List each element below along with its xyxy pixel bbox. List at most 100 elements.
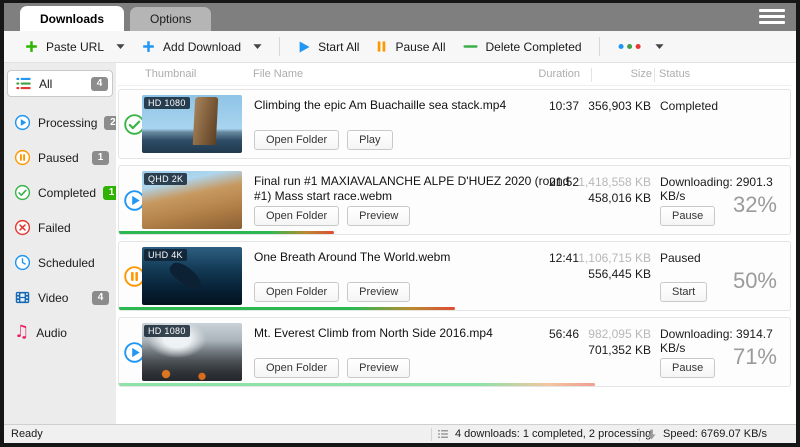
status-ready-text: Ready: [11, 428, 43, 440]
minus-icon: [462, 38, 479, 55]
open-folder-button[interactable]: Open Folder: [254, 358, 339, 378]
check-circle-icon: [14, 184, 31, 201]
chevron-down-icon[interactable]: [253, 43, 262, 50]
col-thumbnail: Thumbnail: [145, 68, 196, 80]
clock-icon: [14, 254, 31, 271]
download-list: HD 1080 Climbing the epic Am Buachaille …: [118, 86, 791, 424]
play-circle-icon: [14, 114, 31, 131]
sidebar-item-video[interactable]: Video4: [4, 280, 116, 315]
download-row: HD 1080 Mt. Everest Climb from North Sid…: [118, 317, 791, 387]
video-thumbnail: QHD 2K: [142, 171, 242, 229]
sidebar-item-completed[interactable]: Completed1: [4, 175, 116, 210]
duration: 56:46: [549, 327, 579, 341]
chevron-down-icon[interactable]: [116, 43, 125, 50]
menu-icon[interactable]: [759, 9, 785, 27]
tab-downloads[interactable]: Downloads: [20, 6, 124, 31]
play-button[interactable]: Play: [347, 130, 392, 150]
header-separator: [654, 68, 655, 82]
progress-bar: [119, 231, 334, 234]
start-all-button[interactable]: Start All: [289, 37, 367, 57]
downloads-summary-text: 4 downloads: 1 completed, 2 processing: [455, 428, 651, 440]
start-button[interactable]: Start: [660, 282, 707, 302]
add-download-button[interactable]: Add Download: [133, 36, 270, 57]
size-total: 1,106,715 KB: [578, 251, 651, 265]
download-row: HD 1080 Climbing the epic Am Buachaille …: [118, 89, 791, 159]
sidebar-item-processing[interactable]: Processing2: [4, 105, 116, 140]
open-folder-button[interactable]: Open Folder: [254, 282, 339, 302]
duration: 21:52: [549, 175, 579, 189]
sidebar-item-label: All: [39, 77, 52, 91]
video-thumbnail: HD 1080: [142, 95, 242, 153]
download-arrow-icon: [645, 428, 658, 441]
resolution-badge: QHD 2K: [144, 173, 187, 185]
sidebar-item-label: Failed: [38, 221, 71, 235]
status-text: Completed: [660, 99, 718, 113]
delete-completed-button[interactable]: Delete Completed: [454, 35, 590, 58]
open-folder-button[interactable]: Open Folder: [254, 206, 339, 226]
col-duration: Duration: [538, 68, 580, 80]
downloads-summary: 4 downloads: 1 completed, 2 processing: [437, 428, 651, 440]
toolbar-separator: [279, 37, 280, 56]
speed-indicator: Speed: 6769.07 KB/s: [645, 428, 767, 441]
status-bar: Ready 4 downloads: 1 completed, 2 proces…: [4, 424, 796, 443]
play-icon: [297, 40, 311, 54]
paste-url-label: Paste URL: [46, 40, 104, 54]
sidebar-item-label: Scheduled: [38, 256, 95, 270]
size-total: 356,903 KB: [588, 99, 651, 113]
sidebar-item-scheduled[interactable]: Scheduled: [4, 245, 116, 280]
progress-percent: 71%: [733, 344, 777, 370]
plus-icon: [141, 39, 156, 54]
toolbar-separator: [599, 37, 600, 56]
list-icon: [15, 75, 32, 92]
sidebar-item-audio[interactable]: ♫Audio: [4, 315, 116, 350]
open-folder-button[interactable]: Open Folder: [254, 130, 339, 150]
add-download-label: Add Download: [163, 40, 241, 54]
preview-button[interactable]: Preview: [347, 206, 410, 226]
progress-bar: [119, 383, 595, 386]
downloads-panel: Thumbnail File Name Duration Size Status…: [116, 63, 796, 424]
count-badge: 4: [92, 291, 109, 305]
music-note-icon: ♫: [14, 324, 29, 341]
film-icon: [14, 289, 31, 306]
status-text: Paused: [660, 251, 701, 265]
sidebar-item-label: Completed: [38, 186, 96, 200]
pause-circle-icon: [14, 149, 31, 166]
size-total: 1,418,558 KB: [578, 175, 651, 189]
tab-options[interactable]: Options: [130, 7, 211, 31]
resolution-badge: HD 1080: [144, 325, 190, 337]
duration: 12:41: [549, 251, 579, 265]
start-all-label: Start All: [318, 40, 359, 54]
sidebar-item-label: Paused: [38, 151, 79, 165]
col-file-name: File Name: [253, 68, 303, 80]
table-header: Thumbnail File Name Duration Size Status: [118, 63, 791, 86]
file-name: One Breath Around The World.webm: [254, 250, 584, 265]
sidebar-item-paused[interactable]: Paused 1: [4, 140, 116, 175]
col-size: Size: [631, 68, 652, 80]
progress-percent: 32%: [733, 192, 777, 218]
pause-button[interactable]: Pause: [660, 206, 715, 226]
header-separator: [591, 68, 592, 82]
preview-button[interactable]: Preview: [347, 282, 410, 302]
colored-dots-icon: [617, 42, 643, 51]
pause-all-label: Pause All: [395, 40, 445, 54]
speed-text: Speed: 6769.07 KB/s: [663, 428, 767, 440]
paste-url-button[interactable]: Paste URL: [16, 36, 133, 57]
preview-button[interactable]: Preview: [347, 358, 410, 378]
size-downloaded: 701,352 KB: [588, 343, 651, 357]
sidebar-item-label: Processing: [38, 116, 97, 130]
sidebar-item-all[interactable]: All 4: [7, 70, 113, 97]
size-downloaded: 458,016 KB: [588, 191, 651, 205]
more-options-button[interactable]: [609, 39, 672, 54]
video-thumbnail: HD 1080: [142, 323, 242, 381]
file-name: Mt. Everest Climb from North Side 2016.m…: [254, 326, 584, 341]
chevron-down-icon[interactable]: [655, 43, 664, 50]
sidebar-item-failed[interactable]: Failed: [4, 210, 116, 245]
resolution-badge: UHD 4K: [144, 249, 187, 261]
main-body: All 4 Processing2 Paused 1 Completed1 Failed Sc…: [4, 63, 796, 424]
sidebar: All 4 Processing2 Paused 1 Completed1 Failed Sc…: [4, 63, 116, 424]
count-badge: 4: [91, 77, 108, 91]
count-badge: 1: [92, 151, 109, 165]
pause-button[interactable]: Pause: [660, 358, 715, 378]
pause-all-button[interactable]: Pause All: [367, 37, 453, 57]
pause-icon: [375, 40, 388, 53]
